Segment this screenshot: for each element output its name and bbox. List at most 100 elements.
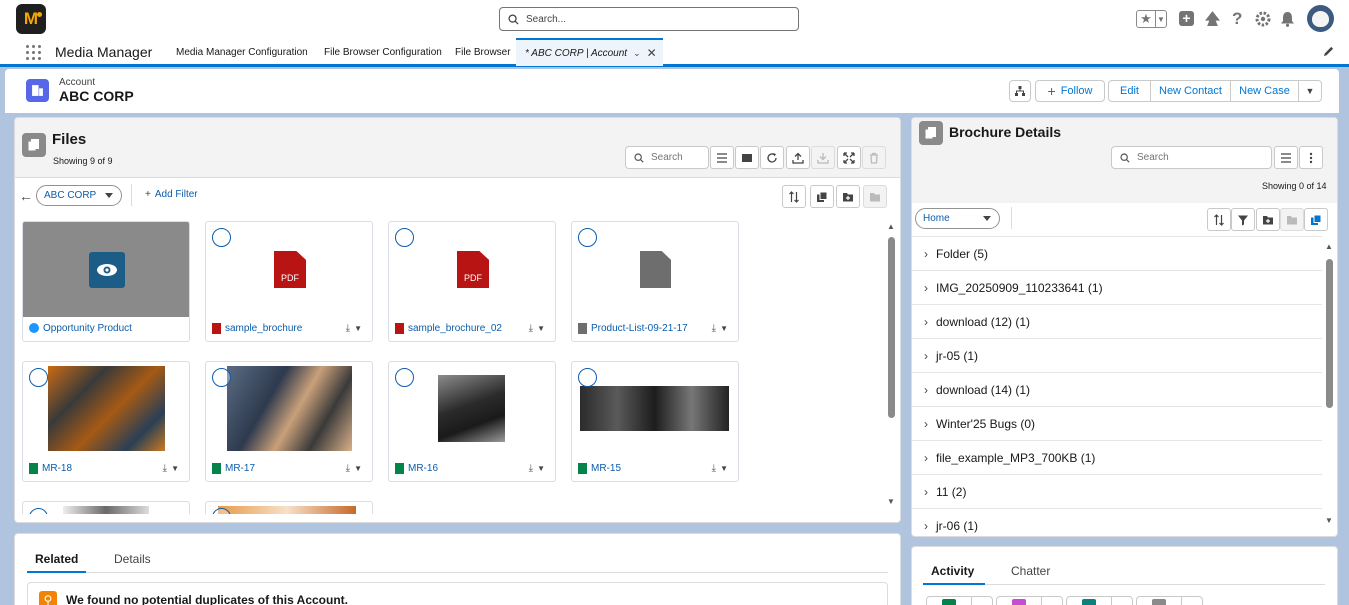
folder-row[interactable]: › download (12) (1) [912,305,1322,339]
brochure-new-folder-button[interactable] [1256,208,1280,231]
hierarchy-button[interactable] [1009,80,1031,102]
select-checkbox[interactable] [395,368,414,387]
new-contact-button[interactable]: New Contact [1150,80,1231,102]
brochure-more-button[interactable] [1299,146,1323,169]
download-icon[interactable]: ⤓ [712,323,716,334]
tab-media-manager-configuration[interactable]: Media Manager Configuration [176,38,308,66]
back-arrow-icon[interactable]: ← [19,188,33,204]
chevron-right-icon[interactable]: › [924,485,928,499]
chevron-right-icon[interactable]: › [924,519,928,533]
new-task-button[interactable] [996,596,1063,605]
files-search-input[interactable]: Search [625,146,709,169]
delete-button[interactable] [862,146,886,169]
scroll-down-icon[interactable]: ▼ [1325,516,1333,525]
brochure-list-view-button[interactable] [1274,146,1298,169]
file-tile[interactable]: PDF sample_brochure ⤓ ▼ [205,221,373,342]
chevron-down-icon[interactable]: ▼ [537,464,545,473]
files-filter-select[interactable]: ABC CORP [36,185,122,206]
file-name[interactable]: Product-List-09-21-17 [591,323,708,334]
folder-row[interactable]: › Winter'25 Bugs (0) [912,407,1322,441]
tab-file-browser-configuration[interactable]: File Browser Configuration [324,38,442,66]
tile-view-button[interactable] [735,146,759,169]
scroll-up-icon[interactable]: ▲ [1325,242,1333,251]
download-icon[interactable]: ⤓ [346,323,350,334]
edit-button[interactable]: Edit [1108,80,1151,102]
files-scrollbar[interactable]: ▲ ▼ [885,222,897,512]
file-tile[interactable]: MR-17 ⤓ ▼ [205,361,373,482]
new-folder-button[interactable] [836,185,860,208]
file-tile[interactable]: MR-18 ⤓ ▼ [22,361,190,482]
file-name[interactable]: MR-17 [225,463,342,474]
chevron-down-icon[interactable]: ▼ [720,464,728,473]
file-tile[interactable]: MR-15 ⤓ ▼ [571,361,739,482]
trailhead-icon[interactable] [1204,10,1221,27]
add-filter-link[interactable]: + Add Filter [145,189,198,200]
brochure-move-button[interactable] [1280,208,1304,231]
chevron-down-icon[interactable]: ▼ [171,464,179,473]
app-launcher-icon[interactable] [26,45,41,60]
brochure-search-input[interactable]: Search [1111,146,1272,169]
select-checkbox[interactable] [395,228,414,247]
select-checkbox[interactable] [212,228,231,247]
brochure-sort-button[interactable] [1207,208,1231,231]
chevron-down-icon[interactable]: ▼ [354,464,362,473]
new-case-button[interactable]: New Case [1230,80,1299,102]
file-name[interactable]: Opportunity Product [43,323,189,334]
folder-row[interactable]: › Folder (5) [912,237,1322,271]
select-checkbox[interactable] [29,368,48,387]
folder-row[interactable]: › file_example_MP3_700KB (1) [912,441,1322,475]
chevron-right-icon[interactable]: › [924,349,928,363]
move-button[interactable] [863,185,887,208]
chevron-right-icon[interactable]: › [924,281,928,295]
app-logo[interactable]: M [16,4,46,34]
file-tile[interactable]: MR-16 ⤓ ▼ [388,361,556,482]
copy-button[interactable] [810,185,834,208]
upload-button[interactable] [786,146,810,169]
file-tile[interactable]: Opportunity Product [22,221,190,342]
download-icon[interactable]: ⤓ [163,463,167,474]
file-name[interactable]: sample_brochure_02 [408,323,525,334]
global-search-input[interactable]: Search... [499,7,799,31]
download-icon[interactable]: ⤓ [346,463,350,474]
tab-activity[interactable]: Activity [931,564,974,578]
select-checkbox[interactable] [578,368,597,387]
file-tile[interactable]: Product-List-09-21-17 ⤓ ▼ [571,221,739,342]
file-tile[interactable]: PDF sample_brochure_02 ⤓ ▼ [388,221,556,342]
brochure-copy-button[interactable] [1304,208,1328,231]
tab-related[interactable]: Related [35,552,78,566]
scroll-thumb[interactable] [888,237,895,418]
tab-chatter[interactable]: Chatter [1011,564,1050,578]
file-name[interactable]: MR-18 [42,463,159,474]
select-checkbox[interactable] [29,508,48,514]
download-icon[interactable]: ⤓ [529,463,533,474]
gear-icon[interactable] [1255,11,1271,27]
bell-icon[interactable] [1280,11,1295,27]
chevron-down-icon[interactable]: ▼ [537,324,545,333]
new-event-button[interactable] [1066,596,1133,605]
brochure-folder-select[interactable]: Home [915,208,1000,229]
expand-button[interactable] [837,146,861,169]
download-button[interactable] [811,146,835,169]
chevron-right-icon[interactable]: › [924,417,928,431]
close-icon[interactable]: ✕ [647,46,657,60]
chevron-right-icon[interactable]: › [924,315,928,329]
chevron-right-icon[interactable]: › [924,383,928,397]
list-view-button[interactable] [710,146,734,169]
file-tile[interactable] [205,501,373,514]
select-checkbox[interactable] [578,228,597,247]
brochure-scrollbar[interactable]: ▲ ▼ [1323,242,1335,530]
folder-row[interactable]: › jr-06 (1) [912,509,1322,543]
brochure-filter-button[interactable] [1231,208,1255,231]
user-avatar[interactable] [1307,5,1334,32]
download-icon[interactable]: ⤓ [712,463,716,474]
folder-row[interactable]: › 11 (2) [912,475,1322,509]
more-actions-button[interactable]: ▼ [1298,80,1322,102]
help-icon[interactable]: ? [1232,9,1242,29]
chevron-right-icon[interactable]: › [924,247,928,261]
refresh-button[interactable] [760,146,784,169]
email-button[interactable] [1136,596,1203,605]
download-icon[interactable]: ⤓ [529,323,533,334]
folder-row[interactable]: › jr-05 (1) [912,339,1322,373]
chevron-right-icon[interactable]: › [924,451,928,465]
scroll-up-icon[interactable]: ▲ [887,222,895,231]
